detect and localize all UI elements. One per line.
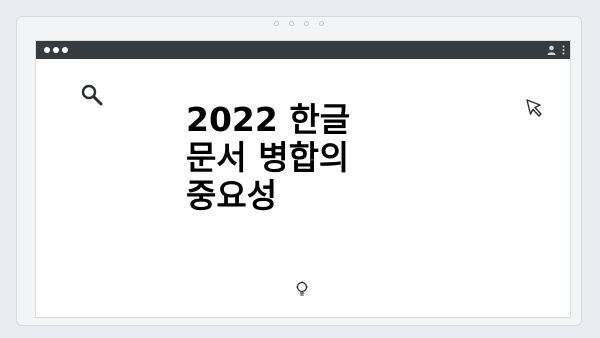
window-content: 2022 한글 문서 병합의 중요성	[36, 59, 570, 317]
page-headline: 2022 한글 문서 병합의 중요성	[186, 101, 386, 215]
user-icon[interactable]	[547, 45, 556, 55]
window-minimize-dot[interactable]	[53, 47, 59, 53]
frame-dot	[319, 21, 324, 26]
headline-line-3: 중요성	[186, 176, 278, 215]
search-icon	[81, 84, 103, 106]
lightbulb-icon	[296, 281, 308, 296]
frame-dots	[17, 21, 581, 26]
frame-dot	[274, 21, 279, 26]
frame-dot	[304, 21, 309, 26]
headline-line-2: 문서 병합의	[186, 138, 350, 177]
window-maximize-dot[interactable]	[62, 47, 68, 53]
kebab-menu-icon[interactable]	[562, 45, 565, 55]
browser-window: 2022 한글 문서 병합의 중요성	[36, 41, 570, 317]
frame-dot	[289, 21, 294, 26]
window-close-dot[interactable]	[44, 47, 50, 53]
headline-line-1: 2022 한글	[186, 100, 351, 139]
cursor-arrow-icon	[526, 99, 542, 117]
window-titlebar	[36, 41, 570, 59]
